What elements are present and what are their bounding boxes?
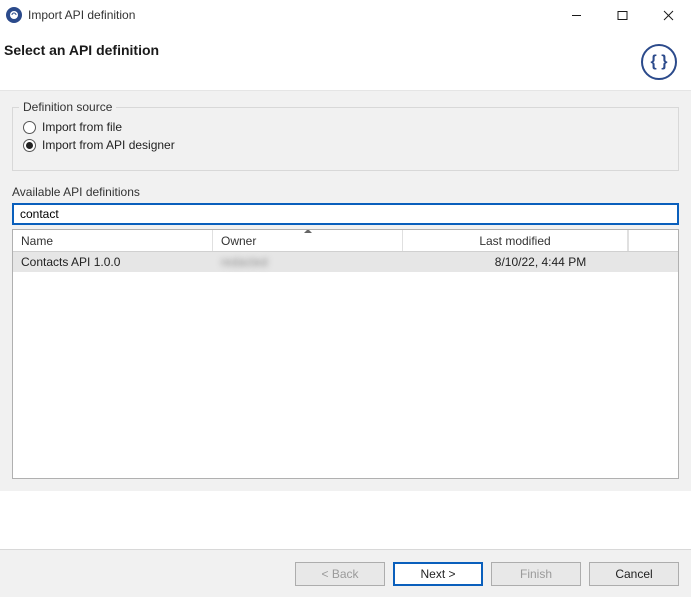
minimize-button[interactable] xyxy=(553,0,599,30)
titlebar: Import API definition xyxy=(0,0,691,30)
sort-ascending-icon xyxy=(304,229,312,233)
column-header-spacer xyxy=(628,230,678,251)
available-label: Available API definitions xyxy=(12,185,679,199)
cell-last-modified: 8/10/22, 4:44 PM xyxy=(403,253,678,271)
close-button[interactable] xyxy=(645,0,691,30)
api-definitions-table: Name Owner Last modified Contacts API 1.… xyxy=(12,229,679,479)
app-icon xyxy=(6,7,22,23)
radio-import-from-api-designer[interactable]: Import from API designer xyxy=(23,138,668,152)
radio-label: Import from file xyxy=(42,120,122,134)
wizard-header: Select an API definition { } xyxy=(0,30,691,90)
search-input[interactable] xyxy=(12,203,679,225)
braces-icon: { } xyxy=(641,44,677,80)
radio-label: Import from API designer xyxy=(42,138,175,152)
next-button[interactable]: Next > xyxy=(393,562,483,586)
group-legend: Definition source xyxy=(19,100,116,114)
page-title: Select an API definition xyxy=(4,42,159,58)
radio-import-from-file[interactable]: Import from file xyxy=(23,120,668,134)
window-controls xyxy=(553,0,691,30)
back-button[interactable]: < Back xyxy=(295,562,385,586)
column-header-name[interactable]: Name xyxy=(13,230,213,251)
radio-icon xyxy=(23,139,36,152)
window-title: Import API definition xyxy=(28,8,135,22)
maximize-button[interactable] xyxy=(599,0,645,30)
column-header-last-modified[interactable]: Last modified xyxy=(403,230,628,251)
column-header-owner[interactable]: Owner xyxy=(213,230,403,251)
table-header: Name Owner Last modified xyxy=(13,230,678,252)
cell-name: Contacts API 1.0.0 xyxy=(13,253,213,271)
cancel-button[interactable]: Cancel xyxy=(589,562,679,586)
form-area: Definition source Import from file Impor… xyxy=(0,90,691,491)
finish-button[interactable]: Finish xyxy=(491,562,581,586)
cell-owner: redacted xyxy=(213,253,403,271)
table-row[interactable]: Contacts API 1.0.0 redacted 8/10/22, 4:4… xyxy=(13,252,678,272)
radio-icon xyxy=(23,121,36,134)
definition-source-group: Definition source Import from file Impor… xyxy=(12,107,679,171)
wizard-button-bar: < Back Next > Finish Cancel xyxy=(0,549,691,597)
